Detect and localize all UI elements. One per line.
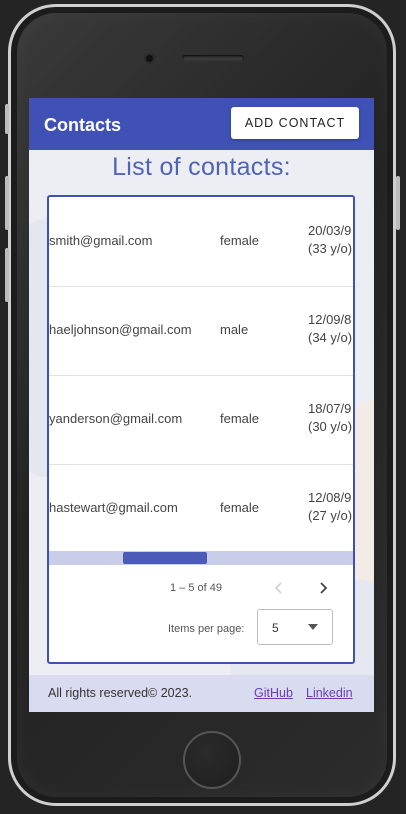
home-button[interactable] — [183, 731, 241, 789]
contact-gender: male — [220, 322, 249, 337]
github-link[interactable]: GitHub — [254, 686, 293, 700]
age-value: (33 y/o) — [308, 241, 353, 256]
app-screen: Contacts ADD CONTACT List of contacts: s… — [29, 98, 374, 712]
next-page-button[interactable] — [311, 576, 335, 600]
chevron-left-icon — [274, 582, 282, 594]
contact-birthdate: 20/03/9 (33 y/o) — [308, 222, 352, 258]
scrollbar-thumb[interactable] — [123, 552, 207, 564]
volume-up-button — [5, 176, 9, 230]
page-heading: List of contacts: — [112, 153, 291, 181]
birthdate-value: 20/03/9 — [308, 223, 352, 238]
table-row[interactable]: haeljohnson@gmail.com male 12/09/8 (34 y… — [49, 286, 353, 376]
contact-email: hastewart@gmail.com — [49, 500, 178, 515]
contacts-table-card: smith@gmail.com female 20/03/9 (33 y/o) … — [47, 195, 355, 664]
contact-email: smith@gmail.com — [49, 233, 153, 248]
contact-birthdate: 12/09/8 (34 y/o) — [308, 311, 352, 347]
age-value: (27 y/o) — [308, 508, 353, 523]
volume-down-button — [5, 248, 9, 302]
items-per-page-label: Items per page: — [168, 623, 245, 635]
app-toolbar: Contacts ADD CONTACT — [29, 98, 374, 150]
paginator-range-label: 1 – 5 of 49 — [170, 582, 222, 594]
contact-gender: female — [220, 411, 260, 426]
linkedin-link[interactable]: Linkedin — [306, 686, 353, 700]
items-per-page-value: 5 — [272, 621, 279, 635]
dropdown-arrow-icon — [308, 624, 318, 630]
horizontal-scrollbar[interactable] — [49, 551, 353, 565]
contacts-table[interactable]: smith@gmail.com female 20/03/9 (33 y/o) … — [49, 197, 353, 547]
contact-birthdate: 18/07/9 (30 y/o) — [308, 400, 352, 436]
power-button — [396, 176, 400, 230]
table-row[interactable]: hastewart@gmail.com female 12/08/9 (27 y… — [49, 464, 353, 547]
birthdate-value: 12/09/8 — [308, 312, 352, 327]
contact-birthdate: 12/08/9 (27 y/o) — [308, 489, 352, 525]
table-row[interactable]: smith@gmail.com female 20/03/9 (33 y/o) — [49, 197, 353, 287]
page-footer: All rights reserved© 2023. GitHub Linked… — [29, 675, 374, 712]
birthdate-value: 12/08/9 — [308, 490, 352, 505]
table-row[interactable]: yanderson@gmail.com female 18/07/9 (30 y… — [49, 375, 353, 465]
chevron-right-icon — [320, 582, 328, 594]
contact-gender: female — [220, 500, 260, 515]
front-camera — [146, 55, 153, 62]
contact-email: haeljohnson@gmail.com — [49, 322, 192, 337]
previous-page-button[interactable] — [267, 576, 291, 600]
copyright-text: All rights reserved© 2023. — [48, 686, 193, 700]
contact-gender: female — [220, 233, 260, 248]
age-value: (30 y/o) — [308, 419, 353, 434]
mute-switch — [5, 104, 9, 134]
contact-email: yanderson@gmail.com — [49, 411, 183, 426]
add-contact-button[interactable]: ADD CONTACT — [231, 107, 359, 139]
earpiece-speaker — [182, 55, 244, 61]
items-per-page-select[interactable]: 5 — [257, 609, 333, 645]
app-title: Contacts — [44, 115, 122, 135]
birthdate-value: 18/07/9 — [308, 401, 352, 416]
age-value: (34 y/o) — [308, 330, 353, 345]
